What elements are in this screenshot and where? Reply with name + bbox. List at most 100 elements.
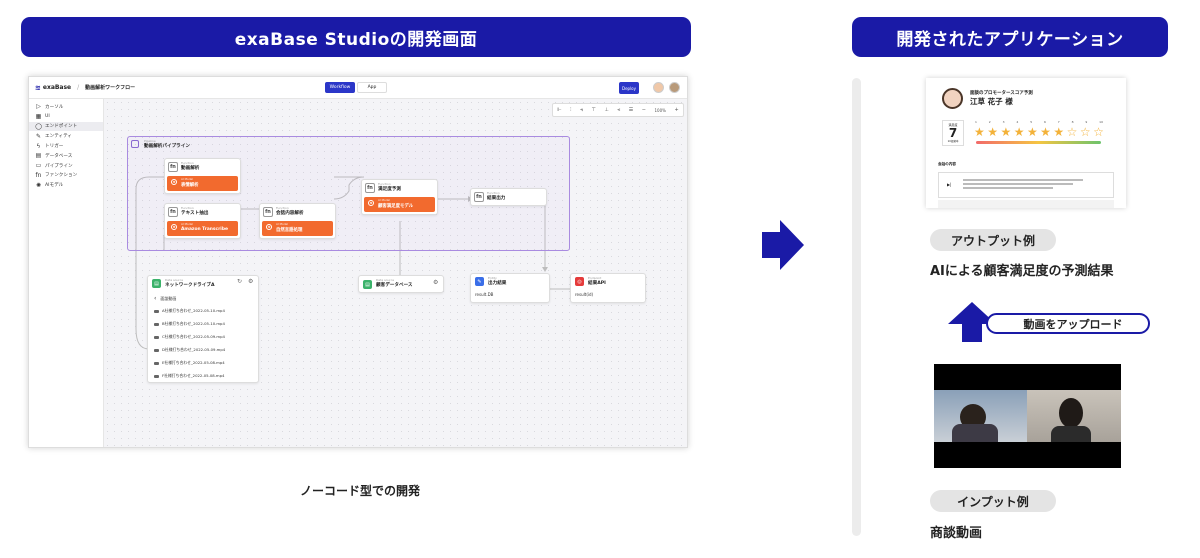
video-participant-left [934, 390, 1027, 442]
entity-field: result.DB [475, 292, 494, 297]
sidebar-item-database[interactable]: ▤ データベース [29, 151, 103, 161]
node-result-output[interactable]: fn Function 結果出力 [470, 188, 547, 206]
upload-tag: 動画をアップロード [986, 313, 1150, 334]
avatar[interactable] [653, 82, 664, 93]
sidebar-item-label: トリガー [45, 144, 64, 150]
transcript-line [963, 187, 1053, 189]
node-endpoint-api[interactable]: ◎ Endpoint 結果API result(id) [570, 273, 646, 303]
node-title: 出力結果 [488, 281, 507, 286]
deploy-button[interactable]: Deploy [619, 82, 639, 94]
star-filled-icon: ★ [1000, 125, 1012, 139]
sidebar-item-label: エンドポイント [45, 124, 78, 130]
app-topbar: ≋ exaBase / 動画解析ワークフロー Workflow App Depl… [29, 77, 687, 99]
sidebar-item-function[interactable]: fn ファンクション [29, 171, 103, 181]
ai-model-icon: ✺ [368, 200, 374, 206]
transcript-line [963, 179, 1083, 181]
play-icon[interactable]: ▶| [947, 182, 951, 187]
cursor-icon: ▷ [36, 103, 41, 111]
ai-model-icon: ✺ [171, 179, 177, 185]
scale-number: 6 [1043, 120, 1046, 124]
bar-label: 自然言語処理 [276, 228, 303, 233]
list-item[interactable]: D社様打ち合わせ_2022-05-09.mp4 [154, 347, 225, 353]
entity-icon: ✎ [475, 277, 484, 286]
avatar[interactable] [669, 82, 680, 93]
tab-workflow[interactable]: Workflow [325, 82, 355, 93]
ai-model-icon: ✺ [35, 181, 42, 189]
data-source-icon: ▤ [152, 279, 161, 288]
star-filled-icon: ★ [974, 125, 985, 139]
video-participant-right [1027, 390, 1121, 442]
function-icon: fn [168, 207, 178, 217]
sidebar-item-label: カーソル [45, 104, 64, 110]
arrow-right-icon [762, 220, 804, 270]
star-filled-icon: ★ [1013, 125, 1025, 139]
folder-label: 面談動画 [160, 295, 177, 301]
output-example-badge: アウトプット例 [930, 229, 1056, 251]
list-item[interactable]: F社様打ち合わせ_2022-05-08.mp4 [154, 373, 224, 379]
back-link[interactable]: ‹ 面談動画 [154, 295, 176, 302]
video-file-icon [154, 348, 159, 352]
video-file-icon [154, 361, 159, 365]
sidebar-item-ai-model[interactable]: ✺ AIモデル [29, 180, 103, 190]
ai-model-bar[interactable]: ✺ AI Model Amazon Transcribe [167, 221, 238, 236]
node-network-drive[interactable]: ▤ Data source ネットワークドライブA ↻ ⚙ ‹ 面談動画 A社様… [147, 275, 259, 383]
star-rating: ★ ★ ★ ★ ★ ★ ★ ☆ ☆ ☆ [974, 126, 1104, 138]
star-empty-icon: ☆ [1079, 125, 1091, 139]
endpoint-icon: ◯ [35, 122, 42, 130]
function-icon: fn [168, 162, 178, 172]
gear-icon[interactable]: ⚙ [433, 279, 438, 286]
input-description: 商談動画 [930, 526, 983, 541]
node-customer-db[interactable]: ▤ Data source 顧客データベース ⚙ [358, 275, 444, 293]
pipeline-icon [131, 140, 139, 148]
node-text-extraction[interactable]: fn Function テキスト抽出 ✺ AI Model Amazon Tra… [164, 203, 241, 239]
sidebar-item-label: エンティティ [45, 134, 73, 140]
entity-icon: ✎ [35, 132, 42, 140]
logo-icon: ≋ [35, 83, 41, 92]
node-title: 動画解析 [181, 166, 200, 171]
transcript-line [963, 183, 1073, 185]
scale-number: 7 [1057, 120, 1060, 124]
sidebar-item-label: AIモデル [45, 183, 64, 189]
list-item[interactable]: B社様打ち合わせ_2022-05-10.mp4 [154, 321, 225, 327]
node-video-analysis[interactable]: fn Function 動画解析 ✺ AI Model 表情解析 [164, 158, 241, 194]
sidebar-item-grid[interactable]: ▦ UI [29, 112, 103, 122]
score-caption: 10段階中 [947, 140, 959, 143]
rating-gradient-bar [976, 141, 1101, 144]
file-name: D社様打ち合わせ_2022-05-09.mp4 [162, 347, 226, 352]
tab-app[interactable]: App [357, 82, 387, 93]
workflow-canvas[interactable]: ⊩ ⫶ ⫣ ⊤ ⊥ ⫷ ☰ − 100% + Pipeline 動画解析パイプラ… [104, 99, 687, 447]
scale-number: 3 [1002, 120, 1005, 124]
refresh-icon[interactable]: ↻ [237, 278, 242, 285]
scale-number: 5 [1030, 120, 1033, 124]
video-file-icon [154, 374, 159, 378]
ai-model-bar[interactable]: ✺ AI Model 自然言語処理 [262, 221, 333, 236]
ai-model-bar[interactable]: ✺ AI Model 顧客満足度モデル [364, 197, 435, 212]
chevron-left-icon: ‹ [154, 295, 157, 302]
scale-number: 9 [1085, 120, 1088, 124]
sidebar-item-endpoint[interactable]: ◯ エンドポイント [29, 121, 103, 132]
sidebar-item-label: データベース [45, 153, 73, 159]
output-description: AIによる顧客満足度の予測結果 [930, 264, 1114, 279]
star-filled-icon: ★ [1026, 125, 1038, 139]
list-item[interactable]: A社様打ち合わせ_2022-05-10.mp4 [154, 308, 225, 314]
ai-model-bar[interactable]: ✺ AI Model 表情解析 [167, 176, 238, 191]
sidebar-item-cursor[interactable]: ▷ カーソル [29, 102, 103, 112]
scale-number: 8 [1071, 120, 1074, 124]
ai-model-icon: ✺ [266, 224, 272, 230]
right-heading: 開発されたアプリケーション [852, 17, 1168, 57]
sidebar-item-trigger[interactable]: ϟ トリガー [29, 141, 103, 151]
list-item[interactable]: E社様打ち合わせ_2022-05-08.mp4 [154, 360, 225, 366]
nocode-caption: ノーコード型での開発 [299, 484, 420, 498]
list-item[interactable]: C社様打ち合わせ_2022-05-09.mp4 [154, 334, 225, 340]
endpoint-field: result(id) [575, 292, 594, 297]
sidebar-item-pipeline[interactable]: ▭ パイプライン [29, 161, 103, 171]
file-name: E社様打ち合わせ_2022-05-08.mp4 [162, 360, 225, 365]
sidebar-item-entity[interactable]: ✎ エンティティ [29, 131, 103, 141]
video-file-icon [154, 335, 159, 339]
gear-icon[interactable]: ⚙ [248, 278, 253, 285]
node-conversation-analysis[interactable]: fn Function 会話内容解析 ✺ AI Model 自然言語処理 [259, 203, 336, 239]
node-entity-result[interactable]: ✎ Entity 出力結果 result.DB [470, 273, 550, 303]
ai-model-icon: ✺ [171, 224, 177, 230]
node-satisfaction-prediction[interactable]: fn Function 満足度予測 ✺ AI Model 顧客満足度モデル [361, 179, 438, 215]
star-empty-icon: ☆ [1093, 125, 1104, 139]
